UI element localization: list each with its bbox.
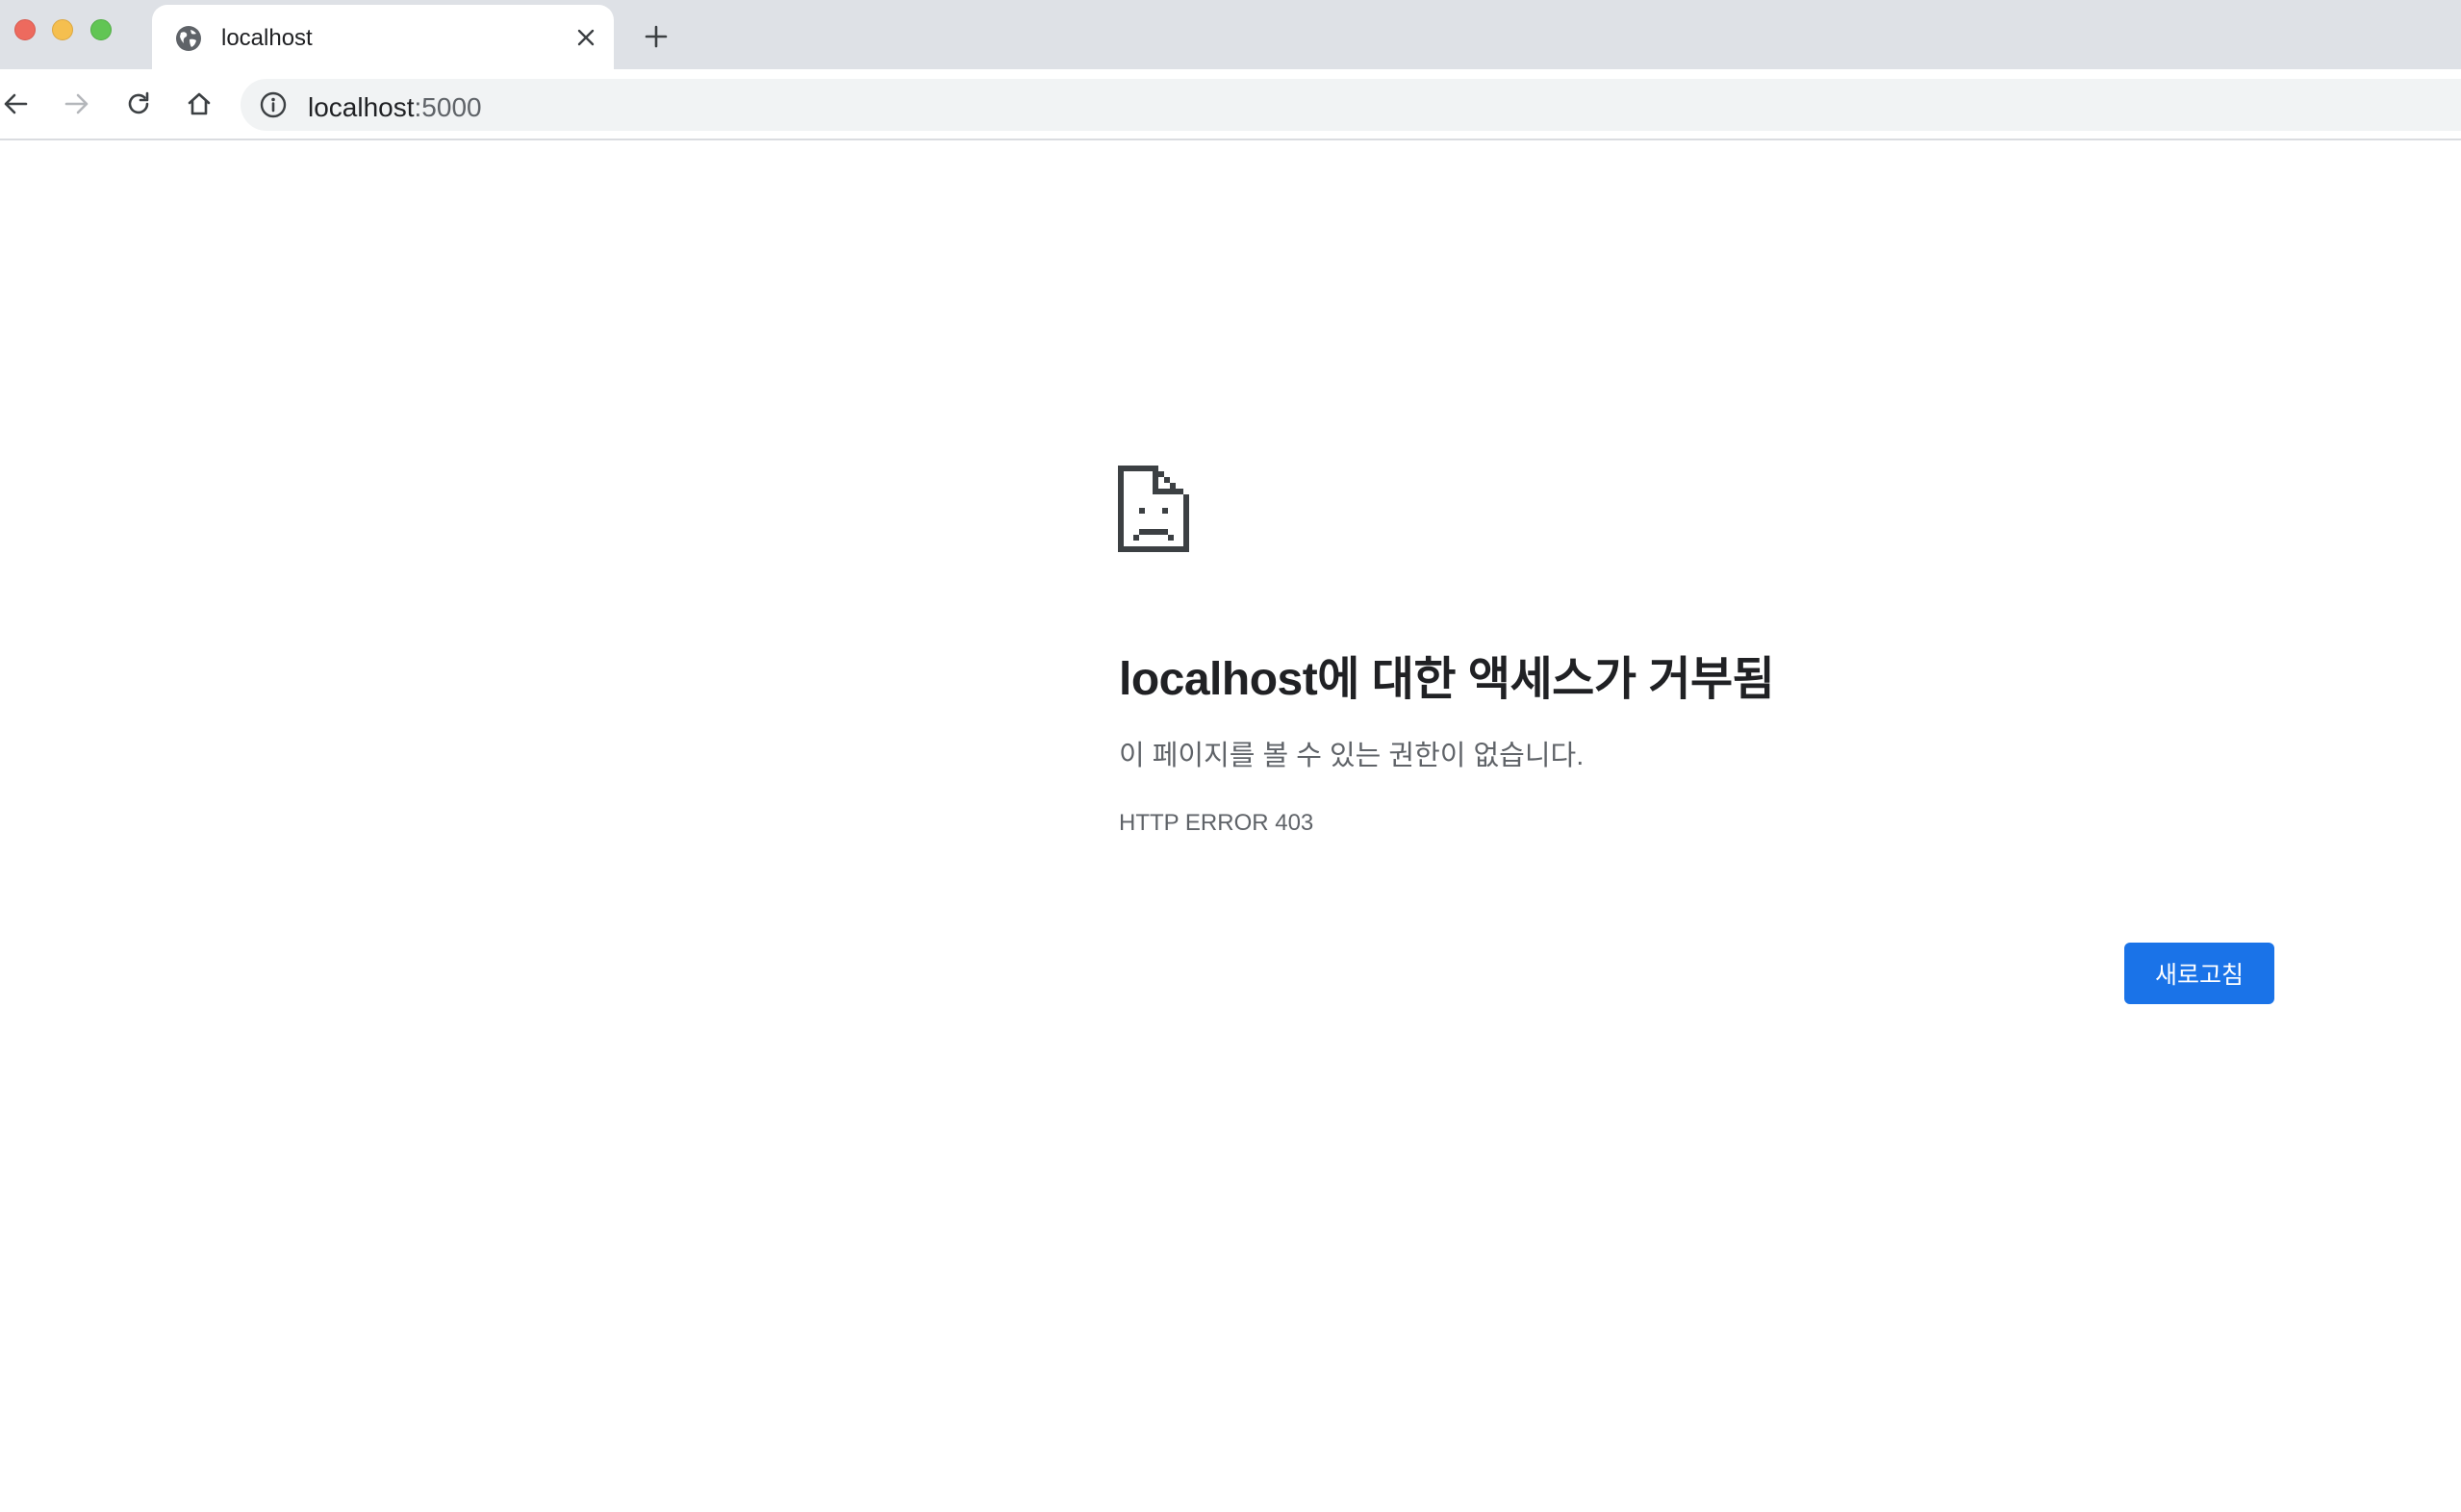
url-host: localhost	[308, 92, 415, 122]
tab-strip: localhost	[0, 0, 2461, 69]
browser-tab[interactable]: localhost	[152, 5, 614, 69]
error-description: 이 페이지를 볼 수 있는 권한이 없습니다.	[1119, 741, 1585, 771]
plus-icon	[645, 25, 668, 48]
page-content: localhost에 대한 액세스가 거부됨 이 페이지를 볼 수 있는 권한이…	[0, 142, 2461, 1512]
globe-icon	[175, 25, 202, 52]
sad-file-icon	[1118, 466, 1189, 552]
forward-button[interactable]	[58, 85, 96, 123]
tab-title: localhost	[221, 25, 313, 51]
new-tab-button[interactable]	[637, 17, 675, 56]
forward-arrow-icon	[64, 93, 89, 114]
home-icon	[188, 92, 211, 115]
info-icon[interactable]	[260, 91, 287, 118]
reload-icon	[128, 91, 149, 114]
browser-toolbar: localhost:5000	[0, 69, 2461, 140]
error-code: HTTP ERROR 403	[1119, 810, 1314, 836]
back-button[interactable]	[0, 85, 35, 123]
back-arrow-icon	[4, 93, 28, 114]
zoom-window-button[interactable]	[90, 19, 112, 40]
minimize-window-button[interactable]	[52, 19, 73, 40]
reload-page-button[interactable]: 새로고침	[2124, 943, 2274, 1004]
error-title: localhost에 대한 액세스가 거부됨	[1119, 654, 1775, 705]
tab-close-icon[interactable]	[570, 21, 602, 54]
close-window-button[interactable]	[14, 19, 36, 40]
url-port: :5000	[414, 92, 482, 122]
home-button[interactable]	[180, 85, 218, 123]
address-bar[interactable]: localhost:5000	[241, 79, 2461, 131]
reload-button[interactable]	[119, 85, 158, 123]
url-text: localhost:5000	[308, 92, 482, 123]
